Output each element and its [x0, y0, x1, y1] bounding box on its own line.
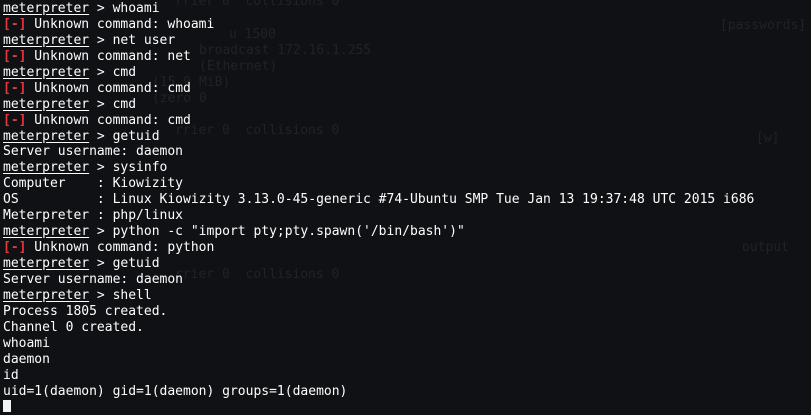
- error-tag: [-]: [3, 48, 27, 64]
- error-line: [-] Unknown command: cmd: [3, 81, 811, 97]
- output-text: Process 1805 created.: [3, 303, 168, 319]
- command-line: meterpreter > cmd: [3, 97, 811, 113]
- command-line: meterpreter > shell: [3, 288, 811, 304]
- output-line: Server username: daemon: [3, 272, 811, 288]
- error-text: Unknown command: net: [26, 48, 191, 64]
- output-line: OS : Linux Kiowizity 3.13.0-45-generic #…: [3, 192, 811, 208]
- command-line: meterpreter > net user: [3, 33, 811, 49]
- output-text: Server username: daemon: [3, 144, 184, 160]
- error-line: [-] Unknown command: cmd: [3, 113, 811, 129]
- error-text: Unknown command: python: [26, 240, 215, 256]
- prompt-label: meterpreter: [3, 256, 90, 271]
- command-line: meterpreter > getuid: [3, 256, 811, 272]
- output-line: Process 1805 created.: [3, 304, 811, 320]
- output-text: OS : Linux Kiowizity 3.13.0-45-generic #…: [3, 192, 755, 208]
- command-text: > getuid: [89, 128, 160, 144]
- output-line: daemon: [3, 352, 811, 368]
- error-line: [-] Unknown command: net: [3, 49, 811, 65]
- command-text: > python -c "import pty;pty.spawn('/bin/…: [89, 224, 465, 240]
- prompt-label: meterpreter: [3, 128, 90, 144]
- command-text: > getuid: [89, 256, 160, 271]
- output-line: uid=1(daemon) gid=1(daemon) groups=1(dae…: [3, 384, 811, 400]
- error-tag: [-]: [3, 240, 27, 256]
- command-text: > cmd: [89, 64, 137, 80]
- prompt-label: meterpreter: [3, 96, 90, 112]
- prompt-label: meterpreter: [3, 160, 90, 176]
- prompt-label: meterpreter: [3, 32, 90, 48]
- output-line: Server username: daemon: [3, 144, 811, 160]
- command-line: meterpreter > getuid: [3, 129, 811, 145]
- command-text: > net user: [89, 32, 176, 48]
- prompt-label: meterpreter: [3, 224, 90, 240]
- output-text: Computer : Kiowizity: [3, 176, 184, 192]
- output-text: Meterpreter : php/linux: [3, 208, 184, 224]
- output-line: Meterpreter : php/linux: [3, 208, 811, 224]
- error-text: Unknown command: cmd: [26, 112, 191, 128]
- output-text: daemon: [3, 351, 50, 367]
- output-text: Channel 0 created.: [3, 319, 144, 335]
- command-text: > shell: [89, 287, 152, 303]
- error-tag: [-]: [3, 80, 27, 96]
- output-text: id: [3, 367, 19, 383]
- command-line: meterpreter > whoami: [3, 1, 811, 17]
- output-text: whoami: [3, 335, 50, 351]
- error-text: Unknown command: whoami: [26, 16, 215, 32]
- command-line: meterpreter > sysinfo: [3, 160, 811, 176]
- error-line: [-] Unknown command: python: [3, 240, 811, 256]
- output-line: Computer : Kiowizity: [3, 176, 811, 192]
- command-line: meterpreter > python -c "import pty;pty.…: [3, 224, 811, 240]
- error-tag: [-]: [3, 112, 27, 128]
- output-line: id: [3, 368, 811, 384]
- output-text: uid=1(daemon) gid=1(daemon) groups=1(dae…: [3, 383, 348, 399]
- input-line: [3, 399, 811, 415]
- output-line: whoami: [3, 336, 811, 352]
- prompt-label: meterpreter: [3, 64, 90, 80]
- prompt-label: meterpreter: [3, 287, 90, 303]
- terminal-output[interactable]: meterpreter > whoami [-] Unknown command:…: [3, 1, 811, 413]
- prompt-label: meterpreter: [3, 1, 90, 16]
- error-tag: [-]: [3, 16, 27, 32]
- output-line: Channel 0 created.: [3, 320, 811, 336]
- error-text: Unknown command: cmd: [26, 80, 191, 96]
- command-text: > whoami: [89, 1, 160, 16]
- command-line: meterpreter > cmd: [3, 65, 811, 81]
- output-text: Server username: daemon: [3, 271, 184, 287]
- error-line: [-] Unknown command: whoami: [3, 17, 811, 33]
- command-text: > cmd: [89, 96, 137, 112]
- command-text: > sysinfo: [89, 160, 168, 176]
